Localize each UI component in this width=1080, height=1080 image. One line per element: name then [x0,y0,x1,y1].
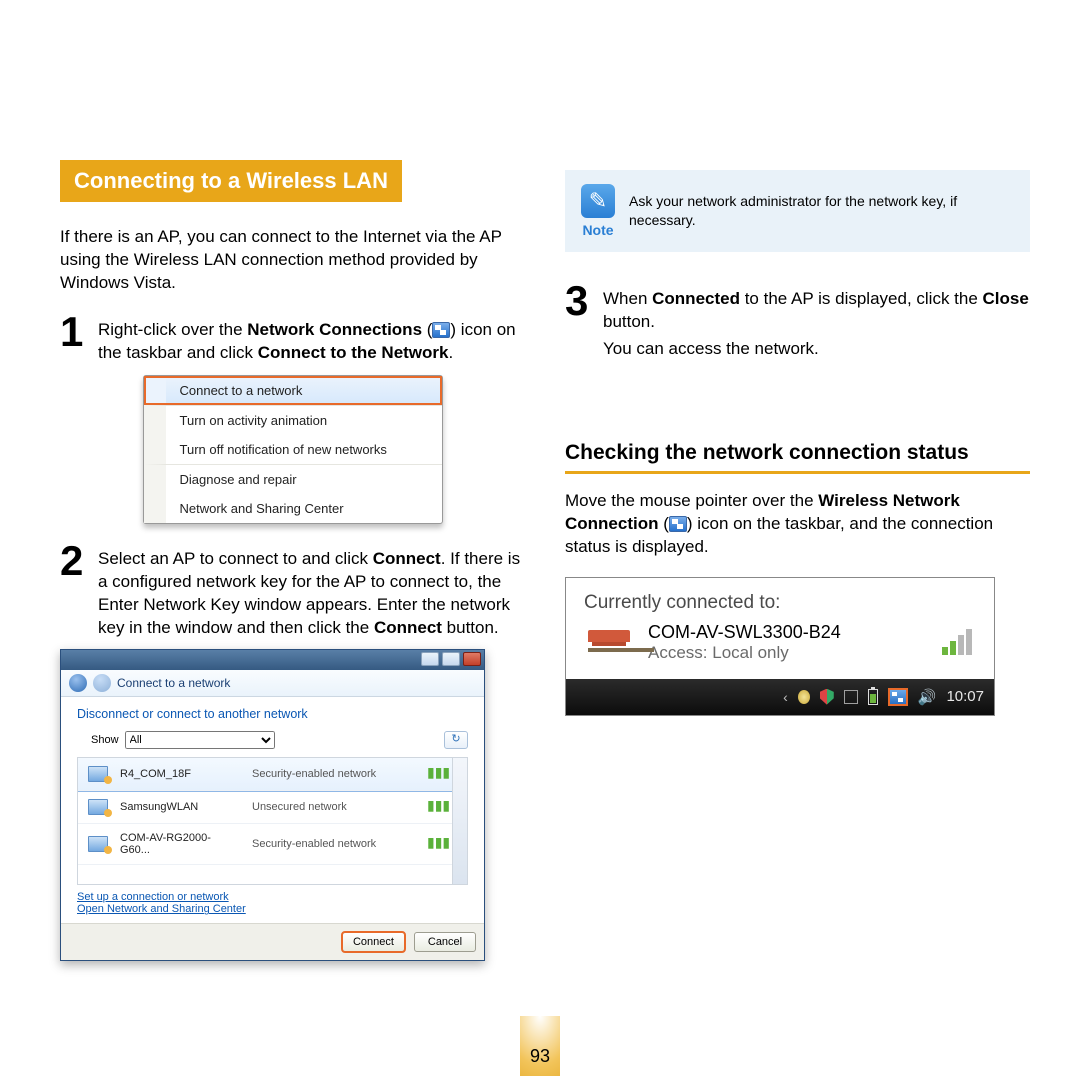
access-text: Access: Local only [648,643,841,663]
text: button. [603,312,655,331]
network-security: Unsecured network [252,801,415,813]
network-tray-icon[interactable] [888,688,908,706]
show-select[interactable]: All [125,731,275,749]
bench-icon [584,624,634,660]
show-label: Show [91,734,119,746]
network-icon [88,766,108,782]
menu-item[interactable]: Turn on activity animation [144,405,442,435]
tooltip-header: Currently connected to: [584,592,976,614]
text: to the AP is displayed, click the [740,289,983,308]
text: Select an AP to connect to and click [98,549,373,568]
network-item[interactable]: R4_COM_18F Security-enabled network ▮▮▮ [78,758,467,791]
titlebar [61,650,484,670]
connect-button[interactable]: Connect [342,932,405,952]
network-security: Security-enabled network [252,838,415,850]
note-box: ✎ Note Ask your network administrator fo… [565,170,1030,252]
clock: 10:07 [946,688,984,705]
dialog-title: Connect to a network [117,676,230,690]
note-label: Note [581,222,615,238]
link-sharing-center[interactable]: Open Network and Sharing Center [77,903,468,915]
network-connections-icon [432,322,450,338]
pencil-icon: ✎ [581,184,615,218]
taskbar: ‹ 🔊 10:07 [566,679,994,715]
subsection-title: Checking the network connection status [565,441,1030,474]
wireless-connection-icon [669,516,687,532]
step-number: 2 [60,542,88,640]
text: You can access the network. [603,338,1030,361]
text-bold: Connect [373,549,441,568]
text: When [603,289,652,308]
context-menu: Connect to a network Turn on activity an… [143,375,443,524]
text-bold: Connect to the Network [258,343,449,362]
menu-item[interactable]: Diagnose and repair [144,464,442,494]
network-security: Security-enabled network [252,768,415,780]
step-2: 2 Select an AP to connect to and click C… [60,542,525,640]
network-name: SamsungWLAN [120,801,240,813]
menu-item-connect[interactable]: Connect to a network [144,376,442,405]
text-bold: Close [983,289,1029,308]
network-list: R4_COM_18F Security-enabled network ▮▮▮ … [77,757,468,885]
network-name: COM-AV-RG2000-G60... [120,832,240,856]
text-bold: Network Connections [247,320,422,339]
note-text: Ask your network administrator for the n… [629,192,1014,230]
step-number: 3 [565,282,593,361]
connect-dialog: Connect to a network Disconnect or conne… [60,649,485,961]
signal-bars-icon [942,629,976,655]
menu-item[interactable]: Turn off notification of new networks [144,435,442,464]
text: button. [442,618,499,637]
dialog-header: Connect to a network [61,670,484,697]
refresh-button[interactable]: ↻ [444,731,468,749]
dialog-subtitle: Disconnect or connect to another network [77,707,468,721]
ssid-text: COM-AV-SWL3300-B24 [648,622,841,643]
signal-icon: ▮▮▮ [427,800,445,814]
section-title: Connecting to a Wireless LAN [60,160,402,202]
chevron-left-icon[interactable]: ‹ [783,689,788,705]
status-tooltip: Currently connected to: COM-AV-SWL3300-B… [565,577,995,716]
cancel-button[interactable]: Cancel [414,932,476,952]
text-bold: Connected [652,289,740,308]
menu-item[interactable]: Network and Sharing Center [144,494,442,523]
step-number: 1 [60,313,88,365]
signal-icon: ▮▮▮ [427,837,445,851]
network-icon [88,799,108,815]
battery-icon[interactable] [868,689,878,705]
shield-icon[interactable] [820,689,834,705]
text: Right-click over the [98,320,247,339]
text: . [449,343,454,362]
minimize-button[interactable] [421,652,439,666]
network-item[interactable]: COM-AV-RG2000-G60... Security-enabled ne… [78,824,467,865]
intro-text: If there is an AP, you can connect to th… [60,226,525,295]
network-name: R4_COM_18F [120,768,240,780]
subsection-body: Move the mouse pointer over the Wireless… [565,490,1030,559]
back-icon[interactable] [69,674,87,692]
step-3: 3 When Connected to the AP is displayed,… [565,282,1030,361]
text-bold: Connect [374,618,442,637]
network-item[interactable]: SamsungWLAN Unsecured network ▮▮▮ [78,791,467,824]
close-button[interactable] [463,652,481,666]
page-number: 93 [520,1016,560,1076]
maximize-button[interactable] [442,652,460,666]
step-1: 1 Right-click over the Network Connectio… [60,313,525,365]
link-setup[interactable]: Set up a connection or network [77,891,468,903]
text: ( [422,320,432,339]
network-icon [88,836,108,852]
forward-icon[interactable] [93,674,111,692]
tray-icon[interactable] [844,690,858,704]
volume-icon[interactable]: 🔊 [918,688,937,706]
key-icon[interactable] [798,690,810,704]
signal-icon: ▮▮▮ [427,767,445,781]
